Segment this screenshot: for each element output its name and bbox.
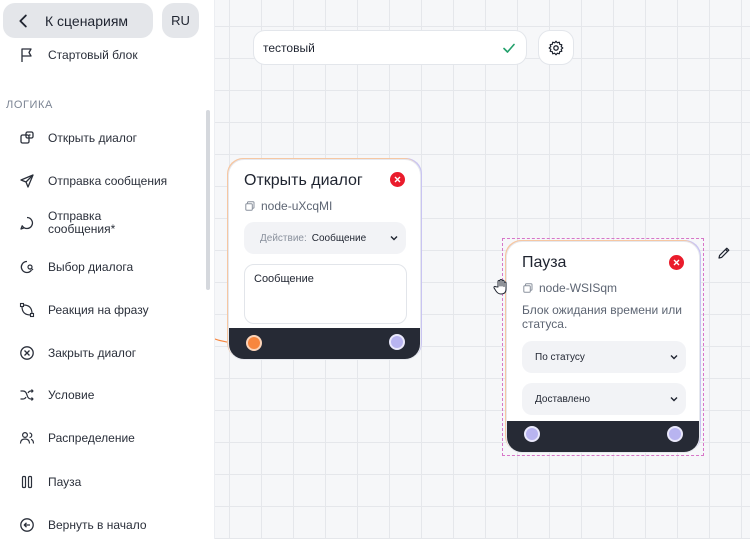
node-delete-button[interactable]: [390, 172, 405, 187]
sidebar-item-label: Вернуть в начало: [48, 517, 147, 532]
node-title: Открыть диалог: [244, 172, 363, 189]
pause-mode-select[interactable]: По статусу: [522, 341, 686, 373]
sidebar-item-return-start[interactable]: Вернуть в начало: [0, 516, 205, 534]
close-icon: [394, 176, 401, 183]
action-label: Действие:: [260, 232, 307, 244]
back-to-scenarios-button[interactable]: К сценариям: [3, 3, 153, 38]
sidebar-item-send-message-alt[interactable]: Отправка сообщения*: [0, 209, 205, 237]
gear-icon: [548, 40, 564, 55]
node-id-text: node-uXcqMI: [261, 199, 333, 213]
status-select[interactable]: Доставлено: [522, 383, 686, 415]
chat-bubble-icon: [20, 216, 34, 230]
input-port[interactable]: [524, 426, 540, 442]
hand-cursor-icon: [493, 279, 507, 295]
shuffle-icon: [20, 389, 34, 401]
flag-icon: [21, 48, 32, 62]
sidebar-item-label: Открыть диалог: [48, 130, 138, 145]
sidebar-item-start-block[interactable]: Стартовый блок: [0, 46, 205, 64]
sidebar-item-open-dialog[interactable]: Открыть диалог: [0, 129, 205, 147]
status-value: Доставлено: [535, 393, 591, 405]
sidebar-item-label: Условие: [48, 387, 95, 402]
sidebar-item-label: Стартовый блок: [48, 47, 138, 62]
sidebar-item-label: Закрыть диалог: [48, 345, 137, 360]
sidebar-scrollbar[interactable]: [206, 110, 210, 290]
copy-icon: [245, 201, 255, 211]
sidebar-item-label: Пауза: [48, 474, 82, 489]
chevron-down-icon: [390, 236, 398, 241]
input-port[interactable]: [246, 335, 262, 351]
node-open-dialog[interactable]: Открыть диалог node-uXcqMI Действие: Соо…: [228, 159, 421, 360]
sidebar-item-phrase-reaction[interactable]: Реакция на фразу: [0, 301, 205, 319]
sidebar-item-close-dialog[interactable]: Закрыть диалог: [0, 344, 205, 362]
chevron-down-icon: [670, 397, 678, 402]
return-icon: [20, 518, 34, 532]
close-circle-icon: [20, 346, 34, 360]
scenario-name-input[interactable]: тестовый: [253, 30, 527, 65]
node-footer: [507, 421, 699, 452]
node-delete-button[interactable]: [669, 255, 684, 270]
chat-search-icon: [20, 260, 34, 274]
chevron-left-icon: [19, 14, 27, 27]
send-icon: [20, 174, 34, 188]
action-select[interactable]: Действие: Сообщение: [244, 222, 406, 254]
pause-mode-value: По статусу: [535, 351, 585, 363]
sidebar-item-label: Выбор диалога: [48, 259, 134, 274]
node-id-text: node-WSISqm: [539, 281, 618, 295]
check-icon[interactable]: [502, 41, 516, 55]
message-textarea[interactable]: Сообщение: [244, 264, 407, 324]
sidebar-item-condition[interactable]: Условие: [0, 386, 205, 404]
settings-button[interactable]: [538, 30, 574, 65]
vector-path-icon: [19, 302, 35, 318]
edit-pencil-icon[interactable]: [716, 245, 732, 261]
node-id[interactable]: node-WSISqm: [523, 281, 617, 295]
sidebar-item-pause[interactable]: Пауза: [0, 473, 205, 491]
close-icon: [673, 259, 680, 266]
sidebar-item-label: Отправка сообщения*: [48, 209, 116, 236]
node-pause[interactable]: Пауза node-WSISqm Блок ожидания времени …: [506, 241, 700, 453]
node-id[interactable]: node-uXcqMI: [245, 199, 332, 213]
sidebar-item-label: Реакция на фразу: [48, 302, 149, 317]
sidebar-item-label: Отправка сообщения: [48, 173, 168, 188]
language-button[interactable]: RU: [162, 3, 199, 38]
open-dialog-icon: [20, 131, 34, 144]
action-value: Сообщение: [311, 232, 367, 244]
pause-icon: [21, 475, 33, 489]
section-title-logic: ЛОГИКА: [6, 99, 53, 111]
node-description: Блок ожидания времени или статуса.: [522, 303, 682, 331]
sidebar-item-send-message[interactable]: Отправка сообщения: [0, 172, 205, 190]
sidebar-item-label: Распределение: [48, 430, 135, 445]
chevron-down-icon: [670, 355, 678, 360]
back-label: К сценариям: [45, 12, 129, 29]
node-footer: [229, 328, 420, 359]
sidebar-item-distribution[interactable]: Распределение: [0, 429, 205, 447]
scenario-name-value: тестовый: [263, 40, 315, 55]
sidebar-item-select-dialog[interactable]: Выбор диалога: [0, 258, 205, 276]
output-port[interactable]: [389, 334, 405, 350]
sidebar: К сценариям RU Стартовый блок ЛОГИКА Отк…: [0, 0, 215, 539]
users-icon: [19, 431, 35, 444]
copy-icon: [523, 283, 533, 293]
output-port[interactable]: [667, 426, 683, 442]
node-title: Пауза: [522, 254, 567, 271]
